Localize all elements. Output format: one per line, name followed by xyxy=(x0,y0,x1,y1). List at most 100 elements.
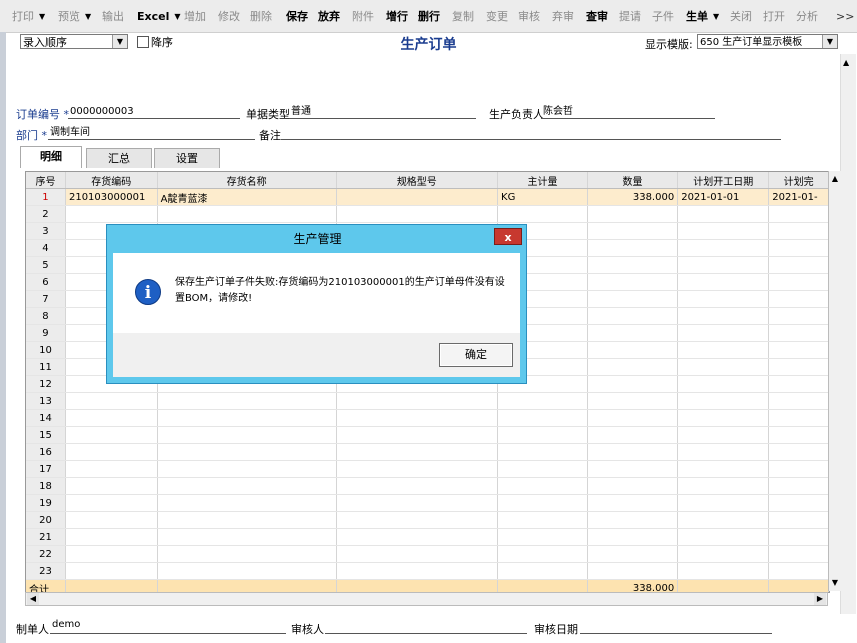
table-cell[interactable] xyxy=(768,358,829,376)
scroll-up-icon[interactable]: ▲ xyxy=(829,173,841,185)
toolbar-button[interactable]: 打开 xyxy=(763,3,785,29)
table-cell[interactable] xyxy=(768,273,829,291)
toolbar-button[interactable]: 关闭 xyxy=(730,3,752,29)
table-cell[interactable] xyxy=(587,426,679,444)
table-cell[interactable] xyxy=(677,256,770,274)
table-cell[interactable] xyxy=(336,511,499,529)
table-cell[interactable] xyxy=(768,307,829,325)
table-cell[interactable] xyxy=(336,392,499,410)
scroll-right-icon[interactable]: ▶ xyxy=(814,593,826,605)
table-cell[interactable] xyxy=(497,205,588,223)
table-cell[interactable] xyxy=(65,460,158,478)
toolbar-button[interactable]: 附件 xyxy=(352,3,374,29)
dept-field[interactable]: 调制车间 xyxy=(48,126,255,140)
table-row[interactable]: 20 xyxy=(26,511,829,529)
table-row[interactable]: 15 xyxy=(26,426,829,444)
table-cell[interactable] xyxy=(677,239,770,257)
toolbar-button[interactable]: 修改 xyxy=(218,3,240,29)
table-cell[interactable] xyxy=(157,426,337,444)
table-cell[interactable] xyxy=(677,545,770,563)
table-cell[interactable] xyxy=(65,545,158,563)
table-cell[interactable] xyxy=(587,375,679,393)
table-cell[interactable] xyxy=(336,426,499,444)
table-cell[interactable] xyxy=(677,426,770,444)
col-header[interactable]: 计划开工日期 xyxy=(677,172,770,189)
table-cell[interactable] xyxy=(677,460,770,478)
table-cell[interactable] xyxy=(677,494,770,512)
toolbar-button[interactable]: 生单 ▼ xyxy=(686,3,719,29)
table-cell[interactable] xyxy=(587,562,679,580)
table-cell[interactable] xyxy=(497,511,588,529)
table-cell[interactable] xyxy=(65,494,158,512)
col-header[interactable]: 规格型号 xyxy=(336,172,499,189)
chevron-down-icon[interactable]: ▼ xyxy=(39,12,45,21)
table-cell[interactable] xyxy=(336,205,499,223)
table-row[interactable]: 1 210103000001 A靛青蓝漆 KG 338.000 2021-01-… xyxy=(26,188,829,206)
table-cell[interactable] xyxy=(587,477,679,495)
table-cell[interactable] xyxy=(336,477,499,495)
toolbar-button[interactable]: 审核 xyxy=(518,3,540,29)
table-cell[interactable] xyxy=(677,273,770,291)
table-cell[interactable] xyxy=(497,460,588,478)
scroll-down-icon[interactable]: ▼ xyxy=(829,577,841,589)
tab-detail[interactable]: 明细 xyxy=(20,146,82,168)
page-scrollbar[interactable]: ▲ xyxy=(840,54,856,614)
table-cell[interactable] xyxy=(768,511,829,529)
table-cell[interactable] xyxy=(677,528,770,546)
table-cell[interactable] xyxy=(65,477,158,495)
table-cell[interactable] xyxy=(677,511,770,529)
cell-start-date[interactable]: 2021-01-01 xyxy=(677,188,770,206)
table-row[interactable]: 13 xyxy=(26,392,829,410)
table-cell[interactable] xyxy=(768,494,829,512)
toolbar-button[interactable]: 复制 xyxy=(452,3,474,29)
col-header[interactable]: 计划完 xyxy=(768,172,829,189)
table-cell[interactable] xyxy=(587,222,679,240)
table-cell[interactable] xyxy=(65,205,158,223)
toolbar-button[interactable]: 查审 xyxy=(586,3,608,29)
table-cell[interactable] xyxy=(768,562,829,580)
table-cell[interactable] xyxy=(336,460,499,478)
table-cell[interactable] xyxy=(497,409,588,427)
table-cell[interactable] xyxy=(587,307,679,325)
table-row[interactable]: 2 xyxy=(26,205,829,223)
table-cell[interactable] xyxy=(336,443,499,461)
table-cell[interactable] xyxy=(157,409,337,427)
scroll-left-icon[interactable]: ◀ xyxy=(27,593,39,605)
toolbar-button[interactable]: 提请 xyxy=(619,3,641,29)
chevron-down-icon[interactable]: ▼ xyxy=(713,12,719,21)
manager-field[interactable]: 陈会哲 xyxy=(541,105,715,119)
table-row[interactable]: 18 xyxy=(26,477,829,495)
table-cell[interactable] xyxy=(587,273,679,291)
table-cell[interactable] xyxy=(497,392,588,410)
table-row[interactable]: 14 xyxy=(26,409,829,427)
toolbar-button[interactable]: 弃审 xyxy=(552,3,574,29)
toolbar-button[interactable]: 增加 xyxy=(184,3,206,29)
toolbar-button[interactable]: 子件 xyxy=(652,3,674,29)
table-cell[interactable] xyxy=(677,392,770,410)
chevron-down-icon[interactable]: ▼ xyxy=(822,35,837,48)
table-cell[interactable] xyxy=(157,545,337,563)
table-cell[interactable] xyxy=(677,307,770,325)
table-cell[interactable] xyxy=(65,562,158,580)
toolbar-button[interactable]: Excel ▼ xyxy=(137,3,181,29)
table-cell[interactable] xyxy=(768,426,829,444)
table-cell[interactable] xyxy=(587,239,679,257)
toolbar-button[interactable]: 保存 xyxy=(286,3,308,29)
table-cell[interactable] xyxy=(677,324,770,342)
table-cell[interactable] xyxy=(497,545,588,563)
table-cell[interactable] xyxy=(336,562,499,580)
col-header[interactable]: 主计量 xyxy=(497,172,588,189)
cell-end-date[interactable]: 2021-01- xyxy=(768,188,829,206)
table-cell[interactable] xyxy=(497,494,588,512)
table-cell[interactable] xyxy=(768,443,829,461)
table-cell[interactable] xyxy=(768,392,829,410)
table-cell[interactable] xyxy=(497,426,588,444)
table-cell[interactable] xyxy=(768,222,829,240)
chevron-down-icon[interactable]: ▼ xyxy=(85,12,91,21)
table-cell[interactable] xyxy=(157,528,337,546)
cell-qty[interactable]: 338.000 xyxy=(587,188,679,206)
toolbar-button[interactable]: 删除 xyxy=(250,3,272,29)
table-row[interactable]: 19 xyxy=(26,494,829,512)
table-cell[interactable] xyxy=(587,460,679,478)
table-cell[interactable] xyxy=(768,341,829,359)
